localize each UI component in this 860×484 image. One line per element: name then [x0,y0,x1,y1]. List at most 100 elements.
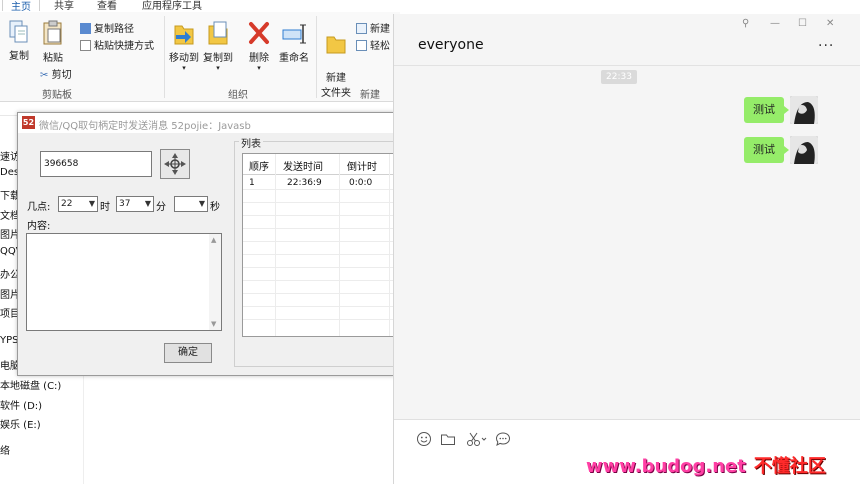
minimize-icon[interactable]: — [770,18,780,29]
copy-path-button[interactable]: 复制路径 [80,20,134,35]
row-line [243,280,395,281]
easy-access-button[interactable]: 轻松 [356,37,390,52]
row-line [243,293,395,294]
chat-header: ⚲ — ☐ ✕ everyone ··· [394,14,860,66]
hour-select[interactable]: 22 ▼ [58,196,98,212]
new-item-icon [356,23,367,34]
paste-label: 粘贴 [43,53,63,64]
crosshair-icon [164,153,186,175]
confirm-button[interactable]: 确定 [164,343,212,363]
ribbon: 复制 粘贴 复制路径 粘贴快捷方式 ✂ 剪切 剪贴板 移动到 ▾ 复制到 ▾ 删除 ▾ [0,12,400,102]
message-bubble[interactable]: 测试 [744,137,789,163]
chat-window: ⚲ — ☐ ✕ everyone ··· 22:33 测试 测试 [393,14,860,484]
avatar[interactable] [790,136,818,164]
row-line [243,306,395,307]
close-icon[interactable]: ✕ [826,18,834,29]
chat-bubble-icon[interactable] [495,431,511,447]
move-to-button[interactable]: 移动到 ▾ [168,20,200,72]
avatar[interactable] [790,96,818,124]
row-line [243,241,395,242]
cut-button[interactable]: ✂ 剪切 [40,66,72,81]
tab-home[interactable]: 主页 [2,0,40,13]
row-line [243,319,395,320]
table-header-divider [243,174,395,175]
nav-item-drive-c[interactable]: 本地磁盘 (C:) [0,377,61,392]
table-cell: 0:0:0 [349,178,373,188]
more-options-icon[interactable]: ··· [818,38,834,54]
column-divider [339,154,340,336]
watermark-name: 不懂社区 [753,456,826,477]
new-folder-button[interactable]: 新建 文件夹 [320,20,352,99]
paste-button[interactable]: 粘贴 [38,20,68,64]
message-timestamp: 22:33 [601,70,637,84]
new-folder-icon [326,36,346,54]
watermark-url: www.budog.net [586,456,746,477]
move-to-icon [174,25,194,45]
scroll-down-icon[interactable]: ▼ [211,320,216,328]
handle-input[interactable]: 396658 [40,151,152,177]
nav-item-drive-e[interactable]: 娱乐 (E:) [0,416,41,431]
chat-title: everyone [418,37,484,53]
screenshot-scissors-icon[interactable] [466,431,488,447]
maximize-icon[interactable]: ☐ [798,18,807,29]
row-line [243,189,395,190]
scroll-up-icon[interactable]: ▲ [211,236,216,244]
emoji-icon[interactable] [416,431,432,447]
chevron-down-icon: ▼ [88,199,95,208]
paste-shortcut-icon [80,40,91,51]
hour-label: 几点: [27,202,51,213]
easy-access-label: 轻松 [370,41,390,52]
avatar-image-icon [790,96,818,124]
paste-shortcut-button[interactable]: 粘贴快捷方式 [80,37,154,52]
paste-icon [43,20,62,45]
row-line [243,228,395,229]
group-organize: 组织 [228,90,248,101]
tab-app-tools[interactable]: 应用程序工具 [142,0,202,12]
content-textarea[interactable]: ▲ ▼ [26,233,222,331]
tab-share[interactable]: 共享 [54,0,74,12]
second-unit: 秒 [210,202,220,213]
avatar-image-icon [790,136,818,164]
chevron-down-icon: ▼ [144,199,151,208]
copy-to-button[interactable]: 复制到 ▾ [202,20,234,72]
nav-item-drive-d[interactable]: 软件 (D:) [0,397,42,412]
column-divider [389,154,390,336]
easy-access-icon [356,40,367,51]
group-separator [164,16,165,98]
list-groupbox-label: 列表 [239,135,263,150]
dialog-title: 微信/QQ取句柄定时发送消息 52pojie：Javasb [39,121,251,132]
textarea-scrollbar[interactable]: ▲ ▼ [209,234,221,330]
nav-item-network[interactable]: 络 [0,442,10,457]
dropdown-arrow-icon: ▾ [257,64,261,72]
second-select[interactable]: ▼ [174,196,208,212]
rename-button[interactable]: 重命名 [276,20,312,64]
folder-icon[interactable] [440,431,456,447]
tab-view[interactable]: 查看 [97,0,117,12]
minute-select[interactable]: 37 ▼ [116,196,154,212]
table-cell: 22:36:9 [287,178,322,188]
group-new: 新建 [360,90,380,101]
new-item-label: 新建 [370,24,390,35]
window-picker-button[interactable] [160,149,190,179]
copy-icon [9,20,28,43]
copy-button[interactable]: 复制 [6,20,32,62]
table-cell: 1 [249,178,255,188]
minute-value: 37 [119,199,131,209]
watermark: www.budog.net 不懂社区 [586,452,826,478]
table-header[interactable]: 倒计时 [347,158,377,173]
message-list[interactable]: 22:33 测试 测试 [394,67,860,419]
dialog-titlebar[interactable]: 52 微信/QQ取句柄定时发送消息 52pojie：Javasb [18,113,394,133]
rename-icon [282,24,306,44]
new-item-button[interactable]: 新建 [356,20,390,35]
move-to-label: 移动到 [169,53,199,64]
message-bubble[interactable]: 测试 [744,97,789,123]
delete-button[interactable]: 删除 ▾ [246,20,272,72]
table-header[interactable]: 发送时间 [283,158,323,173]
content-label: 内容: [27,221,51,232]
copy-path-icon [80,23,91,34]
table-header[interactable]: 顺序 [249,158,269,173]
paste-shortcut-label: 粘贴快捷方式 [94,41,154,52]
schedule-table[interactable]: 顺序 发送时间 倒计时 1 22:36:9 0:0:0 [242,153,396,337]
pin-icon[interactable]: ⚲ [742,18,749,29]
scheduler-dialog: 52 微信/QQ取句柄定时发送消息 52pojie：Javasb 396658 … [17,112,396,376]
